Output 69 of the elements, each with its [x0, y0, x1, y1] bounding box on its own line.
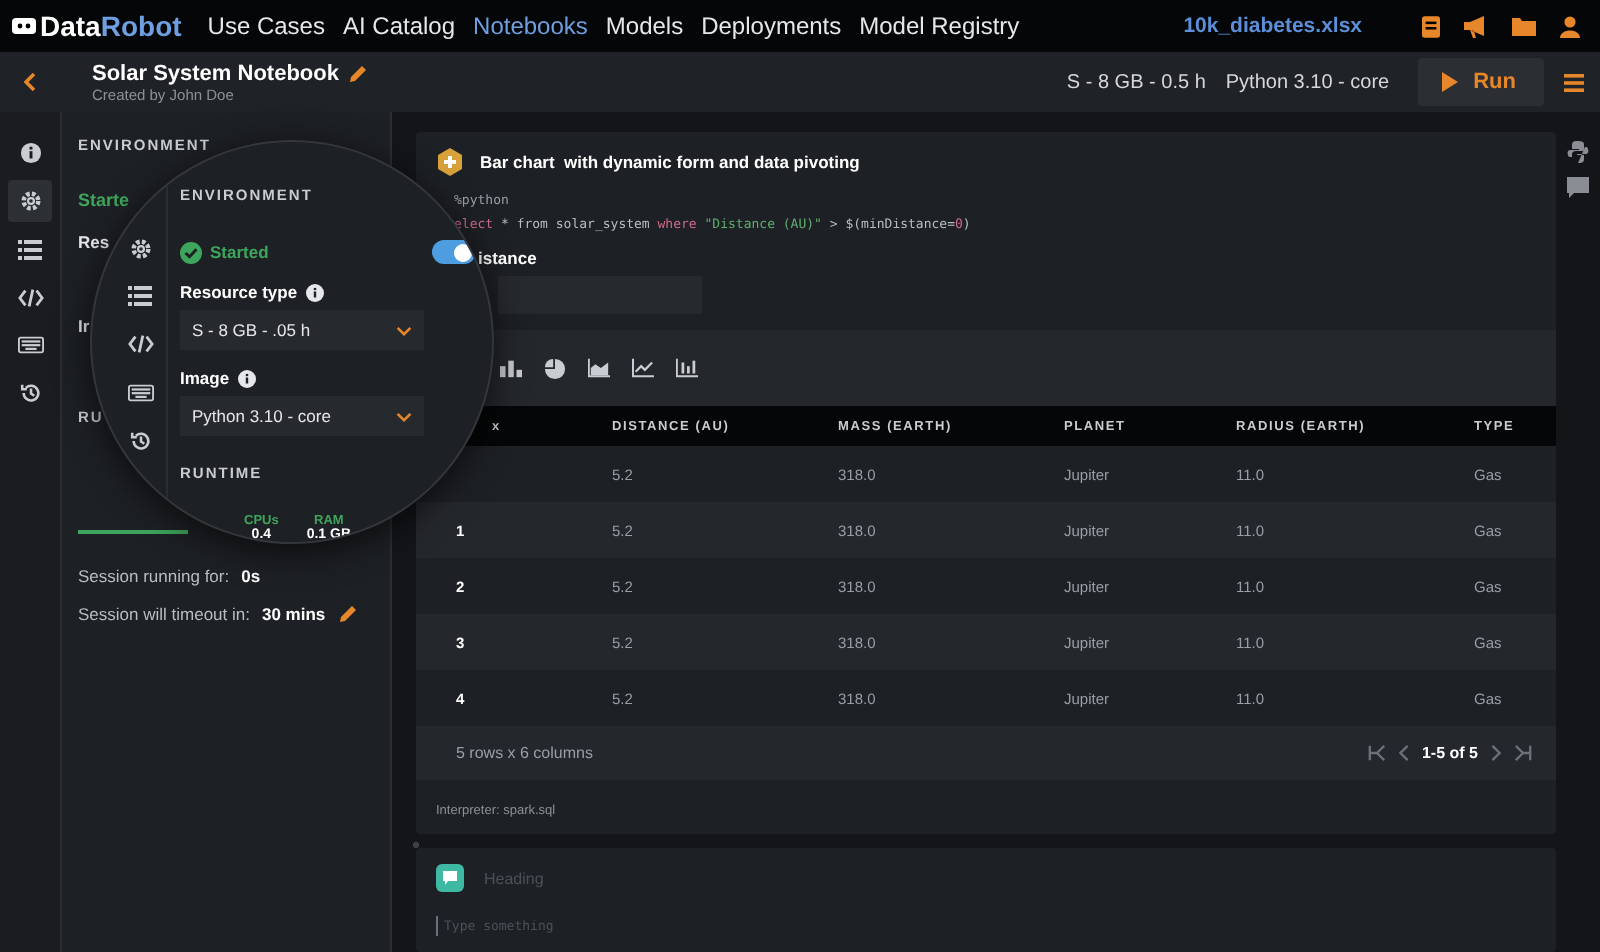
pagination-range: 1-5 of 5	[1421, 744, 1478, 762]
info-icon	[237, 369, 256, 387]
table-summary: 5 rows x 6 columns	[456, 744, 593, 762]
next-page-icon[interactable]	[1490, 744, 1502, 762]
status-text: Starte	[78, 190, 130, 210]
menu-icon[interactable]	[1564, 73, 1584, 91]
history-icon	[129, 429, 151, 451]
nav-link[interactable]: Deployments	[701, 12, 842, 40]
megaphone-icon[interactable]	[1464, 15, 1488, 37]
app-logo-text[interactable]: DataRobot	[40, 10, 182, 42]
history-icon	[19, 382, 41, 404]
hexagon-plus-icon	[436, 148, 464, 176]
settings-icon	[19, 190, 41, 212]
nav-link[interactable]: Models	[605, 12, 684, 40]
area-chart-icon[interactable]	[588, 358, 610, 378]
run-button[interactable]: Run	[1417, 58, 1544, 106]
info-icon	[19, 142, 41, 164]
chevron-down-icon	[396, 411, 412, 421]
rail-button[interactable]	[8, 180, 52, 222]
scatter-chart-icon[interactable]	[676, 358, 698, 378]
comment-icon[interactable]	[1566, 176, 1590, 200]
session-running-value: 0s	[241, 566, 261, 586]
pie-chart-icon[interactable]	[544, 357, 566, 379]
settings-icon	[129, 237, 151, 259]
list-icon	[18, 239, 42, 259]
back-chevron-icon[interactable]	[24, 72, 36, 92]
check-circle-icon	[180, 241, 202, 263]
status-text: Started	[210, 242, 269, 262]
notebook-title: Solar System Notebook	[92, 61, 339, 85]
folder-icon[interactable]	[1512, 16, 1536, 36]
dataset-file-link[interactable]: 10k_diabetes.xlsx	[1183, 14, 1362, 38]
line-chart-icon[interactable]	[632, 358, 654, 378]
pencil-icon[interactable]	[337, 604, 358, 624]
code-icon	[17, 287, 43, 307]
keyboard-icon	[17, 336, 43, 354]
pencil-icon[interactable]	[348, 63, 369, 83]
chevron-down-icon	[396, 325, 412, 335]
field-label: Resource type	[180, 282, 298, 302]
bar-chart-icon[interactable]	[500, 358, 522, 378]
resource-type-label: S - 8 GB - 0.5 h	[1066, 71, 1206, 93]
list-icon	[128, 286, 152, 306]
session-running-label: Session running for:	[78, 566, 230, 586]
info-icon	[305, 283, 324, 301]
cell-title: Bar chart with dynamic form and data pivoting	[480, 152, 860, 172]
play-icon	[1441, 72, 1458, 92]
field-label: Res	[78, 232, 110, 252]
python-logo-icon[interactable]	[1566, 140, 1590, 164]
nav-link[interactable]: Use Cases	[207, 12, 325, 40]
started-toggle[interactable]	[432, 240, 476, 264]
keyboard-icon	[127, 383, 153, 401]
field-label: Image	[180, 368, 230, 388]
user-icon[interactable]	[1560, 15, 1580, 37]
resource-type-dropdown[interactable]: S - 8 GB - .05 h	[180, 310, 424, 350]
session-timeout-label: Session will timeout in:	[78, 604, 250, 624]
robot-logo-icon	[12, 16, 36, 36]
image-label: Python 3.10 - core	[1225, 71, 1390, 93]
first-page-icon[interactable]	[1367, 744, 1386, 762]
last-page-icon[interactable]	[1514, 744, 1532, 762]
field-label: Ir	[78, 316, 90, 336]
session-timeout-value: 30 mins	[261, 604, 326, 624]
chat-bubble-icon	[436, 864, 464, 892]
nav-link[interactable]: Notebooks	[473, 12, 588, 40]
code-icon	[127, 334, 153, 354]
image-dropdown[interactable]: Python 3.10 - core	[180, 396, 424, 436]
nav-link[interactable]: AI Catalog	[342, 12, 456, 40]
previous-page-icon[interactable]	[1397, 744, 1410, 762]
form-field-label: istance	[478, 248, 537, 268]
nav-link[interactable]: Model Registry	[859, 12, 1020, 40]
notebook-icon[interactable]	[1422, 15, 1440, 37]
